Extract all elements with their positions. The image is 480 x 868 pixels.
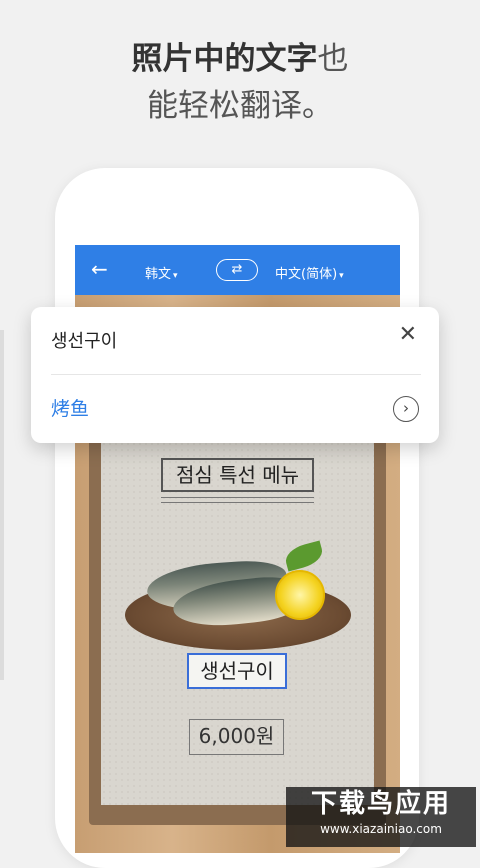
chevron-down-icon: ▾ [173,271,178,281]
swap-languages-button[interactable]: ⇄ [216,259,258,281]
adjacent-phone-edge [0,330,4,680]
chevron-right-icon[interactable]: › [393,396,419,422]
headline-bold: 照片中的文字 [131,41,318,77]
target-language-selector[interactable]: 中文(简体) ▾ [275,263,344,282]
source-language-label: 韩文 [145,267,172,282]
source-text: 생선구이 [51,331,118,352]
title-underline [161,497,314,503]
headline-line-2: 能轻松翻译。 [147,88,333,124]
promo-headline: 照片中的文字也 能轻松翻译。 [0,36,480,130]
price-text[interactable]: 6,000원 [189,719,284,755]
menu-board-title[interactable]: 점심 특선 메뉴 [161,458,314,492]
card-divider [51,374,421,375]
translation-card: 생선구이 ✕ 烤鱼 › [31,307,439,443]
lemon-illustration [275,570,325,620]
headline-light: 也 [317,41,349,77]
watermark-title: 下载鸟应用 [310,789,451,819]
selected-dish-text[interactable]: 생선구이 [187,653,287,689]
headline-line-1: 照片中的文字也 [0,36,480,83]
close-icon[interactable]: ✕ [399,324,417,346]
translated-text[interactable]: 烤鱼 [51,394,89,421]
arrow-left-icon[interactable]: ← [91,259,108,279]
watermark: 下载鸟应用 www.xiazainiao.com [286,787,476,847]
chevron-down-icon: ▾ [339,271,344,281]
app-bar: ← 韩文 ▾ ⇄ 中文(简体) ▾ [75,245,400,295]
target-language-label: 中文(简体) [275,267,338,282]
swap-icon: ⇄ [231,262,243,277]
source-language-selector[interactable]: 韩文 ▾ [145,263,178,282]
watermark-url: www.xiazainiao.com [320,822,442,836]
